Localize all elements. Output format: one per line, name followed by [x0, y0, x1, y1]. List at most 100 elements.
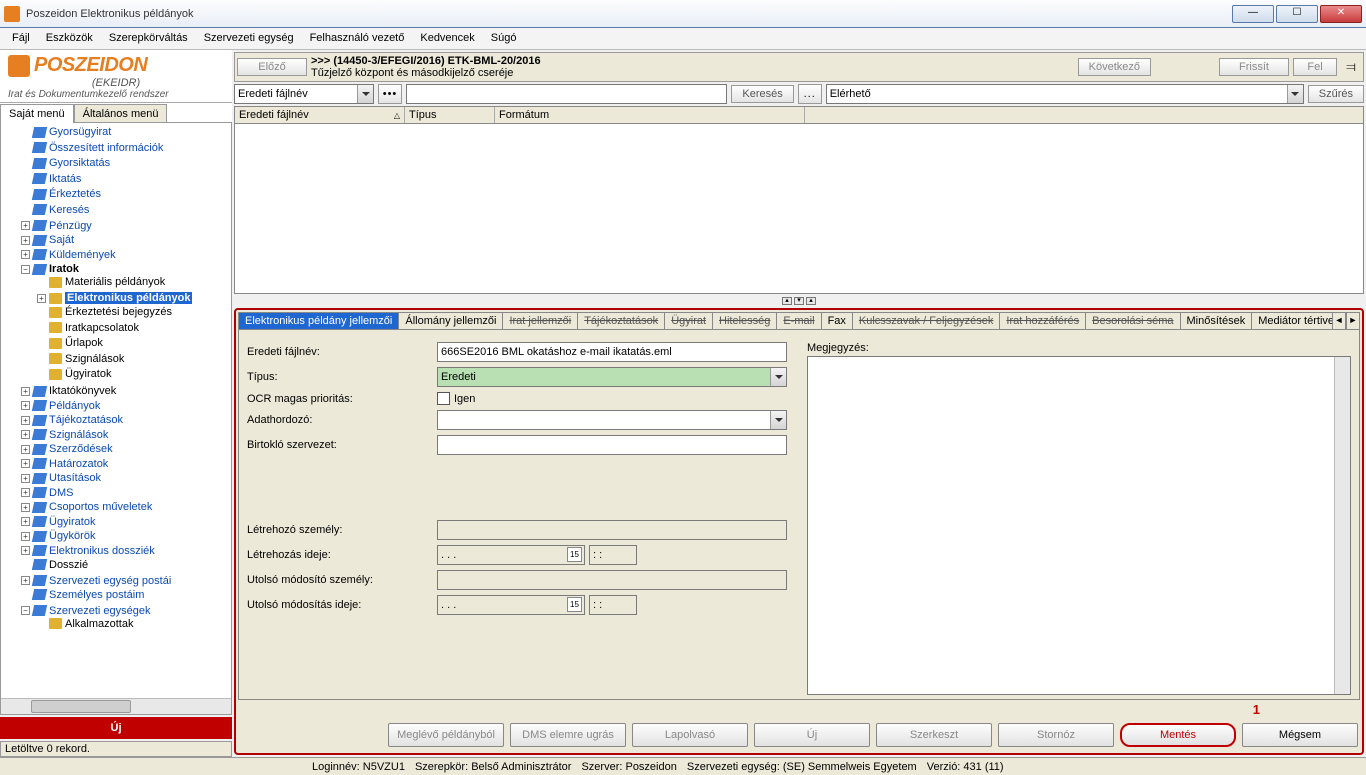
- tree-dosszie[interactable]: Dosszié: [49, 559, 88, 571]
- tabscroll-left-icon[interactable]: ◄: [1332, 312, 1346, 329]
- tree-szemelyes-postaim[interactable]: Személyes postáim: [49, 589, 144, 601]
- tree-alkalmazottak[interactable]: Alkalmazottak: [65, 618, 133, 630]
- col-filename[interactable]: Eredeti fájlnév△: [235, 107, 405, 123]
- tree-csoportos[interactable]: Csoportos műveletek: [49, 501, 152, 513]
- expand-icon[interactable]: +: [21, 221, 30, 230]
- search-button[interactable]: Keresés: [731, 85, 793, 103]
- tree-szerzodesek[interactable]: Szerződések: [49, 443, 113, 455]
- tree-ugyiratok[interactable]: Ügyiratok: [49, 516, 95, 528]
- tree-ugyiratok-inner[interactable]: Ügyiratok: [65, 368, 111, 380]
- tree-szervezeti-postai[interactable]: Szervezeti egység postái: [49, 575, 171, 587]
- tree-iktatokonyvek[interactable]: Iktatókönyvek: [49, 385, 116, 397]
- tree-gyorsugyirat[interactable]: Gyorsügyirat: [49, 126, 111, 138]
- tree-iktatas[interactable]: Iktatás: [49, 173, 81, 185]
- menu-file[interactable]: Fájl: [4, 28, 38, 49]
- note-scrollbar[interactable]: [1334, 357, 1350, 694]
- owner-field[interactable]: [437, 435, 787, 455]
- btn-cancel[interactable]: Mégsem: [1242, 723, 1358, 747]
- tree-dms[interactable]: DMS: [49, 487, 73, 499]
- tree-kuldemenyek[interactable]: Küldemények: [49, 249, 116, 261]
- menu-tools[interactable]: Eszközök: [38, 28, 101, 49]
- filename-field[interactable]: 666SE2016 BML okatáshoz e-mail ikatatás.…: [437, 342, 787, 362]
- calendar-icon[interactable]: 15: [567, 597, 582, 612]
- tab-own-menu[interactable]: Saját menü: [0, 104, 74, 123]
- availability-select[interactable]: Elérhető: [826, 84, 1304, 104]
- btn-scanner[interactable]: Lapolvasó: [632, 723, 748, 747]
- btn-dms-jump[interactable]: DMS elemre ugrás: [510, 723, 626, 747]
- tree-szignalasok-inner[interactable]: Szignálások: [65, 353, 124, 365]
- tree-iratkapcsolatok[interactable]: Iratkapcsolatok: [65, 322, 139, 334]
- tree-sajat[interactable]: Saját: [49, 234, 74, 246]
- browse-button[interactable]: ...: [798, 84, 822, 104]
- tree-tajekoztatasok[interactable]: Tájékoztatások: [49, 414, 123, 426]
- expand-icon[interactable]: +: [21, 236, 30, 245]
- tree-osszesitett[interactable]: Összesített információk: [49, 142, 163, 154]
- refresh-button[interactable]: Frissít: [1219, 58, 1289, 76]
- ftab-file[interactable]: Állomány jellemzői: [398, 312, 503, 329]
- menu-fav[interactable]: Kedvencek: [412, 28, 482, 49]
- search-field-select[interactable]: Eredeti fájlnév: [234, 84, 374, 104]
- ftab-case[interactable]: Ügyirat: [664, 312, 713, 329]
- ftab-info[interactable]: Tájékoztatások: [577, 312, 665, 329]
- grid-body[interactable]: [234, 124, 1364, 294]
- menu-org[interactable]: Szervezeti egység: [196, 28, 302, 49]
- btn-new[interactable]: Új: [754, 723, 870, 747]
- tree-gyorsiktatas[interactable]: Gyorsiktatás: [49, 157, 110, 169]
- tree-utasitasok[interactable]: Utasítások: [49, 472, 101, 484]
- tree-ugykorok[interactable]: Ügykörök: [49, 530, 95, 542]
- tabscroll-right-icon[interactable]: ►: [1346, 312, 1360, 329]
- ftab-fax[interactable]: Fax: [821, 312, 853, 329]
- btn-cancel-record[interactable]: Stornóz: [998, 723, 1114, 747]
- new-button[interactable]: Új: [0, 717, 232, 739]
- ftab-class[interactable]: Besorolási séma: [1085, 312, 1180, 329]
- up-button[interactable]: Fel: [1293, 58, 1337, 76]
- btn-save[interactable]: Mentés: [1120, 723, 1236, 747]
- type-select[interactable]: Eredeti: [437, 367, 787, 387]
- ftab-auth[interactable]: Hitelesség: [712, 312, 777, 329]
- ftab-doc[interactable]: Irat jellemzői: [502, 312, 578, 329]
- tree-erkeztetesi[interactable]: Érkeztetési bejegyzés: [65, 306, 172, 318]
- menu-help[interactable]: Súgó: [483, 28, 525, 49]
- note-textarea[interactable]: [807, 356, 1351, 695]
- filter-button[interactable]: Szűrés: [1308, 85, 1364, 103]
- search-options-button[interactable]: •••: [378, 84, 402, 104]
- ftab-access[interactable]: Irat hozzáférés: [999, 312, 1086, 329]
- close-button[interactable]: ✕: [1320, 5, 1362, 23]
- tree-materialis[interactable]: Materiális példányok: [65, 276, 165, 288]
- btn-existing[interactable]: Meglévő példányból: [388, 723, 504, 747]
- ftab-general[interactable]: Elektronikus példány jellemzői: [238, 312, 399, 329]
- tree-elektronikus-peldanyok[interactable]: Elektronikus példányok: [65, 292, 192, 304]
- tree-peldanyok[interactable]: Példányok: [49, 400, 100, 412]
- prev-button[interactable]: Előző: [237, 58, 307, 76]
- ftab-keywords[interactable]: Kulcsszavak / Feljegyzések: [852, 312, 1001, 329]
- expand-icon[interactable]: +: [37, 294, 46, 303]
- expand-icon[interactable]: +: [21, 250, 30, 259]
- tab-general-menu[interactable]: Általános menü: [74, 104, 168, 123]
- tree-szervezeti-egysegek[interactable]: Szervezeti egységek: [49, 605, 151, 617]
- ftab-qual[interactable]: Minősítések: [1180, 312, 1253, 329]
- tree-erkeztetes[interactable]: Érkeztetés: [49, 188, 101, 200]
- next-button[interactable]: Következő: [1078, 58, 1151, 76]
- tree-iratok[interactable]: Iratok: [49, 263, 79, 275]
- ocr-checkbox[interactable]: [437, 392, 450, 405]
- calendar-icon[interactable]: 15: [567, 547, 582, 562]
- nav-tree[interactable]: Gyorsügyirat Összesített információk Gyo…: [1, 123, 231, 714]
- tree-edossziek[interactable]: Elektronikus dossziék: [49, 545, 155, 557]
- tree-h-scrollbar[interactable]: [1, 698, 231, 714]
- menu-role[interactable]: Szerepkörváltás: [101, 28, 196, 49]
- tree-penzugy[interactable]: Pénzügy: [49, 220, 92, 232]
- tree-urlapok[interactable]: Űrlapok: [65, 337, 103, 349]
- menu-user[interactable]: Felhasználó vezető: [302, 28, 413, 49]
- ftab-email[interactable]: E-mail: [776, 312, 821, 329]
- tree-kereses[interactable]: Keresés: [49, 204, 89, 216]
- minimize-button[interactable]: —: [1232, 5, 1274, 23]
- col-type[interactable]: Típus: [405, 107, 495, 123]
- search-input[interactable]: [406, 84, 727, 104]
- collapse-icon[interactable]: −: [21, 265, 30, 274]
- col-format[interactable]: Formátum: [495, 107, 805, 123]
- maximize-button[interactable]: ☐: [1276, 5, 1318, 23]
- btn-edit[interactable]: Szerkeszt: [876, 723, 992, 747]
- pin-icon[interactable]: ⫤: [1341, 59, 1361, 75]
- tree-szignalasok[interactable]: Szignálások: [49, 429, 108, 441]
- media-select[interactable]: [437, 410, 787, 430]
